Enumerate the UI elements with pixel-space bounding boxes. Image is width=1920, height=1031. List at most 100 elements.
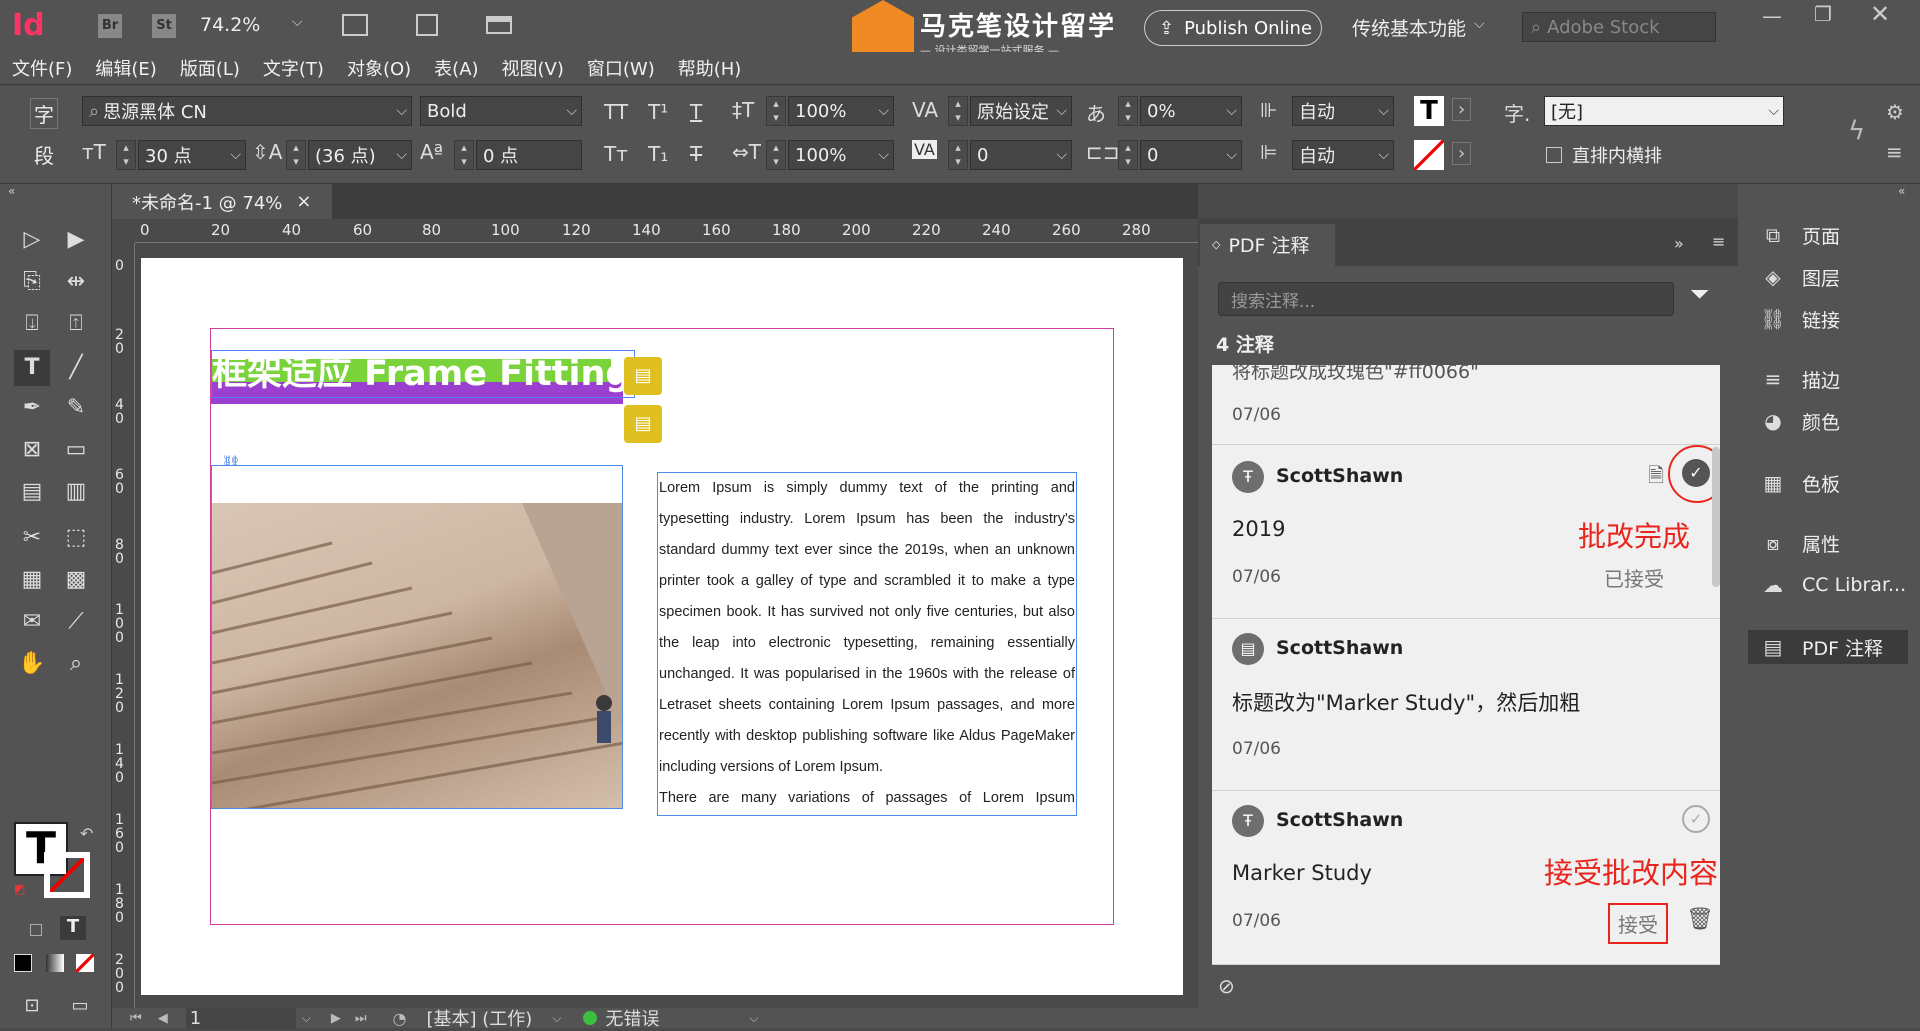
apply-gradient-icon[interactable]: [46, 954, 64, 972]
chevron-right-icon[interactable]: ›: [1452, 98, 1472, 121]
gear-icon[interactable]: ⚙: [1886, 100, 1904, 124]
comment-marker-icon[interactable]: ▤: [624, 405, 662, 443]
chevron-down-icon[interactable]: ⌵: [1056, 103, 1067, 119]
hide-comments-icon[interactable]: ⊘: [1218, 974, 1235, 998]
menu-file[interactable]: 文件(F): [12, 55, 72, 81]
pasteboard[interactable]: 框架适应 Frame Fitting ▤ ▤ ⛓ Lorem Ipsum is …: [135, 243, 1198, 1008]
fill-type-swatch[interactable]: T: [1414, 96, 1444, 126]
prev-page-icon[interactable]: ◀: [158, 1011, 168, 1026]
headline-text[interactable]: 框架适应 Frame Fitting: [211, 350, 636, 398]
line-tool[interactable]: ╱: [58, 350, 94, 386]
image-frame[interactable]: [211, 465, 623, 809]
vertical-ruler[interactable]: 0 20 40 60 80 100 120 140 160 180 200: [112, 243, 135, 1008]
chevron-down-icon[interactable]: ⌵: [302, 1011, 311, 1026]
preflight-status[interactable]: 无错误: [605, 1005, 659, 1031]
baseline-stepper[interactable]: ▴ ▾: [454, 140, 474, 170]
chevron-down-icon[interactable]: ⌵: [1226, 147, 1237, 163]
pen-tool[interactable]: ✒: [14, 390, 50, 426]
apply-none-icon[interactable]: [76, 954, 94, 972]
all-caps-button[interactable]: TT: [604, 100, 628, 124]
baseline-shift-field[interactable]: 0 点: [476, 140, 582, 170]
delete-icon[interactable]: 🗑: [1686, 907, 1714, 932]
leading-field[interactable]: (36 点) ⌵: [308, 140, 412, 170]
document-page[interactable]: 框架适应 Frame Fitting ▤ ▤ ⛓ Lorem Ipsum is …: [141, 258, 1183, 995]
chevron-down-icon[interactable]: ⌵: [1226, 103, 1237, 119]
restore-button[interactable]: ❐: [1814, 2, 1832, 26]
tracking-field[interactable]: 0 ⌵: [970, 140, 1072, 170]
chevron-down-icon[interactable]: ⌵: [396, 147, 407, 163]
tracking-stepper[interactable]: ▴ ▾: [948, 140, 968, 170]
go-to-document-icon[interactable]: 🗎: [1648, 461, 1664, 495]
dock-properties[interactable]: ⧇ 属性: [1758, 526, 1918, 560]
bridge-button[interactable]: Br: [98, 14, 122, 38]
character-style-field[interactable]: [无] ⌵: [1544, 96, 1784, 126]
page-tool[interactable]: ⎘: [14, 264, 50, 300]
content-collector-tool[interactable]: ⍗: [14, 306, 50, 342]
chevron-down-icon[interactable]: ⌵: [396, 103, 407, 119]
last-page-icon[interactable]: ⏭: [355, 1011, 367, 1026]
font-style-field[interactable]: Bold ⌵: [420, 96, 582, 126]
eyedropper-tool[interactable]: ⟋: [58, 604, 94, 640]
vertical-scale-field[interactable]: 100% ⌵: [788, 96, 894, 126]
dock-stroke[interactable]: ≡ 描边: [1758, 362, 1918, 396]
arrange-documents-icon[interactable]: [486, 16, 512, 34]
close-window-button[interactable]: ✕: [1870, 0, 1890, 28]
chevron-down-icon[interactable]: ⌵: [566, 103, 577, 119]
comment-search-input[interactable]: 搜索注释...: [1218, 282, 1674, 316]
accept-button[interactable]: 接受: [1608, 903, 1668, 944]
close-tab-icon[interactable]: ×: [296, 191, 311, 212]
strikethrough-button[interactable]: T: [690, 142, 702, 166]
swap-colors-icon[interactable]: ↶: [80, 824, 93, 843]
stroke-none-swatch[interactable]: [1414, 140, 1444, 170]
gradient-feather-tool[interactable]: ▩: [58, 562, 94, 598]
menu-object[interactable]: 对象(O): [347, 55, 411, 81]
chevron-down-icon[interactable]: ⌵: [1056, 147, 1067, 163]
menu-edit[interactable]: 编辑(E): [95, 55, 156, 81]
small-caps-button[interactable]: Tт: [604, 142, 628, 166]
menu-layout[interactable]: 版面(L): [180, 55, 240, 81]
dock-color[interactable]: ◕ 颜色: [1758, 404, 1918, 438]
horizontal-scale-stepper[interactable]: ▴ ▾: [766, 140, 786, 170]
grid-tool[interactable]: ▥: [58, 474, 94, 510]
dock-pages[interactable]: ⧉ 页面: [1758, 218, 1918, 252]
default-colors-icon[interactable]: ◩: [14, 882, 25, 896]
aki-after-field[interactable]: 自动 ⌵: [1292, 140, 1394, 170]
vertical-scale-stepper[interactable]: ▴ ▾: [766, 96, 786, 126]
superscript-button[interactable]: T¹: [648, 100, 668, 124]
adobe-stock-search[interactable]: ⌕ Adobe Stock: [1522, 12, 1716, 42]
note-tool[interactable]: ✉: [14, 604, 50, 640]
font-size-field[interactable]: 30 点 ⌵: [138, 140, 246, 170]
comment-marker-icon[interactable]: ▤: [624, 357, 662, 395]
filter-icon[interactable]: ⏷: [1690, 280, 1709, 308]
direct-selection-tool[interactable]: ▶: [58, 222, 94, 258]
stock-button[interactable]: St: [152, 14, 176, 38]
collapse-dock-icon[interactable]: «: [1898, 184, 1905, 198]
minimize-button[interactable]: —: [1762, 4, 1782, 28]
chevron-down-icon[interactable]: ⌵: [1378, 103, 1389, 119]
kerning-field[interactable]: 原始设定 ⌵: [970, 96, 1072, 126]
chevron-down-icon[interactable]: ⌵: [749, 1011, 758, 1026]
tsume-stepper[interactable]: ▴ ▾: [1118, 96, 1138, 126]
chevron-down-icon[interactable]: ⌵: [878, 147, 889, 163]
chevron-down-icon[interactable]: ⌵: [230, 147, 241, 163]
comment-item[interactable]: 将标题改成玫瑰色"#ff0066" 07/06: [1212, 365, 1720, 445]
menu-type[interactable]: 文字(T): [263, 55, 324, 81]
chevron-right-icon[interactable]: ›: [1452, 142, 1472, 165]
horizontal-scale-field[interactable]: 100% ⌵: [788, 140, 894, 170]
underline-button[interactable]: T: [690, 100, 702, 124]
hand-tool[interactable]: ✋: [14, 646, 50, 682]
aki-stepper[interactable]: ▴ ▾: [1118, 140, 1138, 170]
scrollbar[interactable]: [1712, 447, 1720, 587]
chevron-down-icon[interactable]: ⌵: [1768, 103, 1779, 119]
formatting-container-icon[interactable]: [30, 924, 42, 936]
publish-online-button[interactable]: ⇪ Publish Online: [1144, 10, 1322, 46]
content-placer-tool[interactable]: ⍐: [58, 306, 94, 342]
horizontal-ruler[interactable]: 0 20 40 60 80 100 120 140 160 180 200 22…: [135, 219, 1198, 243]
document-tab[interactable]: *未命名-1 @ 74% ×: [112, 184, 332, 219]
kerning-stepper[interactable]: ▴ ▾: [948, 96, 968, 126]
scissors-tool[interactable]: ✂: [14, 520, 50, 556]
character-mode-button[interactable]: 字: [30, 98, 58, 129]
body-text-frame[interactable]: Lorem Ipsum is simply dummy text of the …: [657, 472, 1077, 816]
apply-color-icon[interactable]: [14, 954, 32, 972]
chevron-down-icon[interactable]: ⌵: [1378, 147, 1389, 163]
